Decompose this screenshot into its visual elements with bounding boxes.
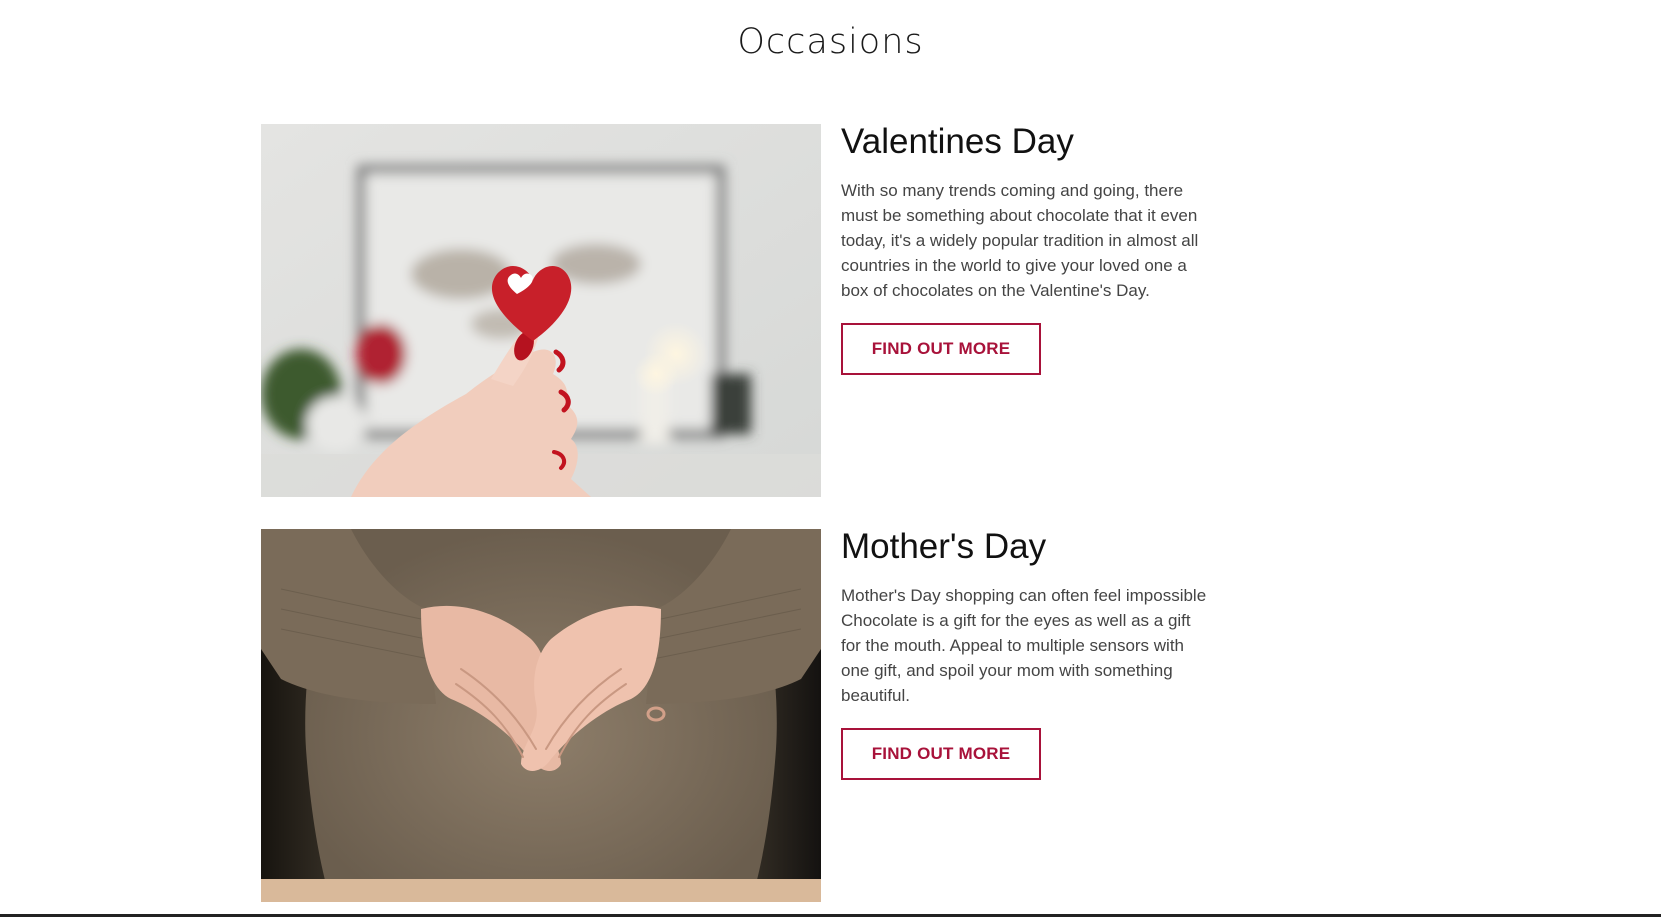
valentines-image — [261, 124, 821, 497]
mothers-day-content: Mother's Day Mother's Day shopping can o… — [841, 529, 1211, 780]
occasion-description: With so many trends coming and going, th… — [841, 181, 1199, 300]
occasion-heading: Mother's Day — [841, 527, 1047, 566]
page-title: Occasions — [737, 22, 924, 62]
page: Occasions Valentines Day With so many tr… — [0, 0, 1661, 917]
valentines-content: Valentines Day With so many trends comin… — [841, 124, 1211, 375]
find-out-more-button[interactable]: FIND OUT MORE — [841, 728, 1041, 780]
occasion-heading: Valentines Day — [841, 122, 1074, 161]
occasion-description: Mother's Day shopping can often feel imp… — [841, 586, 1207, 705]
mothers-day-image — [261, 529, 821, 902]
find-out-more-button[interactable]: FIND OUT MORE — [841, 323, 1041, 375]
